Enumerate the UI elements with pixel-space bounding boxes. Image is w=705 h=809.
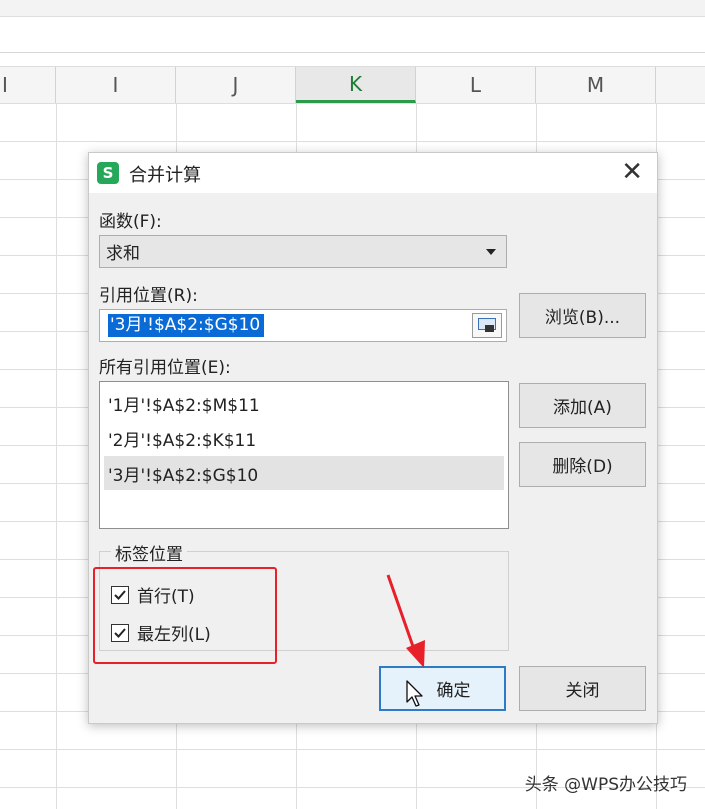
column-header-j[interactable]: J xyxy=(176,67,296,103)
dialog-title-bar[interactable]: S 合并计算 ✕ xyxy=(89,153,657,193)
column-header-l[interactable]: L xyxy=(416,67,536,103)
reference-label: 引用位置(R): xyxy=(99,286,198,306)
list-item[interactable]: '1月'!$A$2:$M$11 xyxy=(104,386,504,420)
reference-input-selected-text: '3月'!$A$2:$G$10 xyxy=(108,314,265,337)
column-header-row: I I J K L M xyxy=(0,66,705,104)
delete-button[interactable]: 删除(D) xyxy=(519,442,646,487)
dialog-title: 合并计算 xyxy=(129,165,201,186)
column-header-m[interactable]: M xyxy=(536,67,656,103)
consolidate-dialog: S 合并计算 ✕ 函数(F): 求和 引用位置(R): '3月'!$A$2:$G… xyxy=(88,152,658,724)
function-select[interactable]: 求和 xyxy=(99,235,507,268)
app-top-bar xyxy=(0,0,705,17)
function-select-value: 求和 xyxy=(106,244,140,264)
all-references-list[interactable]: '1月'!$A$2:$M$11 '2月'!$A$2:$K$11 '3月'!$A$… xyxy=(99,381,509,529)
close-icon[interactable]: ✕ xyxy=(621,157,643,187)
browse-button[interactable]: 浏览(B)... xyxy=(519,293,646,338)
add-button[interactable]: 添加(A) xyxy=(519,383,646,428)
highlight-box xyxy=(93,567,277,664)
watermark: 头条 @WPS办公技巧 xyxy=(524,775,687,795)
chevron-down-icon[interactable] xyxy=(486,249,496,255)
formula-bar[interactable] xyxy=(0,17,705,53)
reference-input[interactable]: '3月'!$A$2:$G$10 xyxy=(99,309,507,342)
column-header-h[interactable]: I xyxy=(0,67,56,103)
ok-button[interactable]: 确定 xyxy=(379,666,506,711)
column-header-i[interactable]: I xyxy=(56,67,176,103)
function-label: 函数(F): xyxy=(99,212,162,232)
column-header-k[interactable]: K xyxy=(296,67,416,103)
list-item[interactable]: '2月'!$A$2:$K$11 xyxy=(104,421,504,455)
collapse-dialog-icon-part xyxy=(485,325,494,332)
wps-spreadsheet-icon: S xyxy=(97,162,119,184)
mouse-pointer-icon xyxy=(406,680,423,707)
list-item-selected[interactable]: '3月'!$A$2:$G$10 xyxy=(104,456,504,490)
label-position-title: 标签位置 xyxy=(111,540,187,565)
collapse-dialog-button[interactable] xyxy=(472,313,502,338)
all-references-label: 所有引用位置(E): xyxy=(99,358,231,378)
close-button[interactable]: 关闭 xyxy=(519,666,646,711)
